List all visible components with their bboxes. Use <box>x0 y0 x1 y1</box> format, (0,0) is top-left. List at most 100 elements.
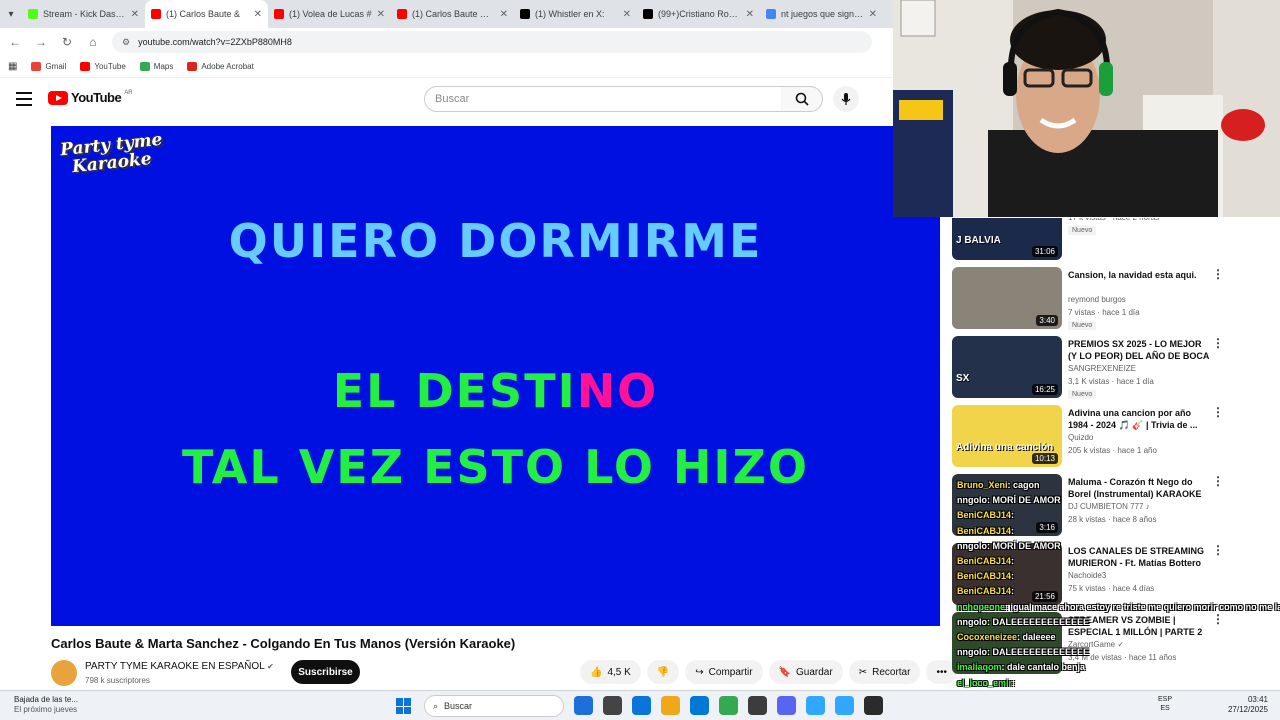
chat-username: el_loco_emir <box>957 677 1013 688</box>
more-options-icon[interactable]: ⋮ <box>1212 405 1224 419</box>
taskbar-app-icon[interactable] <box>603 696 622 715</box>
scissors-icon: ✂ <box>858 666 868 678</box>
youtube-logo-text: YouTube <box>71 90 122 105</box>
thumbnail-text: Adivina una canción <box>956 442 1054 453</box>
system-clock[interactable]: 03:41 27/12/2025 <box>1222 695 1268 715</box>
input-language[interactable]: ESP ES <box>1158 695 1172 713</box>
tab-close-icon[interactable]: ✕ <box>500 9 508 20</box>
chat-text: : dale cantalo benja <box>1001 662 1086 673</box>
thumbs-down-icon: 👎 <box>656 666 670 678</box>
video-title[interactable]: PREMIOS SX 2025 - LO MEJOR (Y LO PEOR) D… <box>1068 338 1210 362</box>
clip-button[interactable]: ✂ Recortar <box>848 660 921 684</box>
tab-close-icon[interactable]: ✕ <box>869 9 877 20</box>
voice-search-button[interactable] <box>833 86 859 112</box>
taskbar-app-icon[interactable] <box>777 696 796 715</box>
chat-message: Cocoxeneizee: daleeee <box>957 632 1056 642</box>
bookmark-item[interactable]: Gmail <box>31 62 66 71</box>
taskbar-search[interactable]: ⌕ Buscar <box>424 695 564 717</box>
tab-close-icon[interactable]: ✕ <box>623 9 631 20</box>
more-options-icon[interactable]: ⋮ <box>1212 336 1224 350</box>
url-field[interactable]: ⚙ youtube.com/watch?v=2ZXbP880MH8 <box>112 31 872 53</box>
back-icon[interactable]: ← <box>8 35 22 49</box>
recommended-video[interactable]: 3:40 Cansion, la navidad esta aqui. reymon… <box>950 267 1230 331</box>
youtube-logo[interactable]: YouTube AR <box>48 90 133 105</box>
taskbar-app-icon[interactable] <box>632 696 651 715</box>
taskbar-app-icon[interactable] <box>719 696 738 715</box>
like-button[interactable]: 👍 4,5 K <box>580 660 641 684</box>
tab-close-icon[interactable]: ✕ <box>254 9 262 20</box>
browser-tab[interactable]: nt juegos que signific ✕ <box>760 0 883 28</box>
search-input[interactable]: Buscar <box>424 86 782 112</box>
tab-search-icon[interactable]: ▾ <box>0 0 22 28</box>
chat-username: Bruno_Xeni <box>957 480 1008 490</box>
channel-name[interactable]: PARTY TYME KARAOKE EN ESPAÑOL ✔ <box>85 661 274 672</box>
video-thumbnail[interactable]: J BALVIA 31:06 <box>952 218 1062 260</box>
tab-close-icon[interactable]: ✕ <box>746 9 754 20</box>
video-thumbnail[interactable]: 3:40 <box>952 267 1062 329</box>
tab-favicon-icon <box>397 9 407 19</box>
apps-grid-icon[interactable]: ▦ <box>8 61 17 72</box>
chat-message: Bruno_Xeni: cagon <box>957 480 1040 490</box>
recommended-video[interactable]: Adivina una canción 10:13 Adivina una canc… <box>950 405 1230 469</box>
browser-tab[interactable]: Stream - Kick Dashbo ✕ <box>22 0 145 28</box>
streamer-webcam-image <box>893 0 1280 217</box>
search-button[interactable] <box>781 86 823 112</box>
chat-username: BeniCABJ14 <box>957 510 1012 521</box>
subscribe-button[interactable]: Suscribirse <box>291 660 360 684</box>
bookmark-item[interactable]: Maps <box>139 62 173 71</box>
taskbar-app-icon[interactable] <box>806 696 825 715</box>
bookmark-item[interactable]: YouTube <box>80 62 126 71</box>
taskbar-app-icon[interactable] <box>574 696 593 715</box>
video-thumbnail[interactable]: SX 16:25 <box>952 336 1062 398</box>
chat-username: nngolo <box>957 540 987 551</box>
dislike-button[interactable]: 👎 <box>646 660 680 684</box>
taskbar-app-icon[interactable] <box>748 696 767 715</box>
video-title[interactable]: Adivina una cancion por año 1984 - 2024 … <box>1068 407 1210 431</box>
browser-tab[interactable]: (99+)Cristiano Ronal ✕ <box>637 0 760 28</box>
site-info-icon[interactable]: ⚙ <box>122 37 130 48</box>
chat-message: imaliaqom: dale cantalo benja <box>957 662 1085 672</box>
channel-name[interactable]: reymond burgos <box>1068 295 1126 304</box>
search-icon <box>795 92 809 106</box>
taskbar-app-icon[interactable] <box>661 696 680 715</box>
bookmark-label: YouTube <box>94 62 126 71</box>
taskbar-app-icon[interactable] <box>835 696 854 715</box>
bookmark-item[interactable]: Adobe Acrobat <box>187 62 254 71</box>
video-title[interactable]: Cansion, la navidad esta aqui. <box>1068 269 1210 281</box>
chat-text: : <box>1011 556 1015 566</box>
recommended-video[interactable]: SX 16:25 PREMIOS SX 2025 - LO MEJOR (Y LO … <box>950 336 1230 400</box>
bookmark-label: Gmail <box>45 62 67 71</box>
share-button[interactable]: ↪ Compartir <box>685 660 763 684</box>
video-player[interactable]: Party tyme Karaoke QUIERO DORMIRME EL DE… <box>51 126 940 626</box>
tab-title: nt juegos que signific <box>781 9 864 19</box>
taskbar-app-icon[interactable] <box>864 696 883 715</box>
video-thumbnail[interactable]: Adivina una canción 10:13 <box>952 405 1062 467</box>
taskbar-app-icon[interactable] <box>690 696 709 715</box>
tab-close-icon[interactable]: ✕ <box>131 9 139 20</box>
chat-username: BeniCABJ14 <box>957 571 1012 582</box>
clock-date: 27/12/2025 <box>1227 705 1268 714</box>
search-placeholder: Buscar <box>435 93 470 105</box>
browser-tab[interactable]: (1) Carlos Baute & Ma ✕ <box>391 0 514 28</box>
youtube-play-icon <box>48 90 68 105</box>
forward-icon[interactable]: → <box>34 35 48 49</box>
verified-icon: ✔ <box>267 662 274 671</box>
windows-start-icon[interactable] <box>396 698 412 714</box>
weather-widget[interactable]: Bajada de las te... El próximo jueves <box>14 695 78 715</box>
hamburger-menu-icon[interactable] <box>16 92 32 106</box>
home-icon[interactable]: ⌂ <box>86 35 100 49</box>
tab-close-icon[interactable]: ✕ <box>377 9 385 20</box>
browser-tab[interactable]: (1) Carlos Baute & ✕ <box>145 0 268 28</box>
chat-message: nngolo: DALEEEEEEEEEEEEE <box>957 647 1089 657</box>
tab-favicon-icon <box>151 9 161 19</box>
channel-name[interactable]: SANGREXENEIZE <box>1068 364 1136 373</box>
channel-avatar[interactable] <box>51 660 77 686</box>
channel-name[interactable]: Quizdo <box>1068 433 1093 442</box>
youtube-header: YouTube AR Buscar <box>0 80 893 120</box>
recommended-video[interactable]: J BALVIA31:06Davoo Xeneize Plus ✓17 k vi… <box>950 218 1230 262</box>
browser-tab[interactable]: (1) Whistler en X: ✕ <box>514 0 637 28</box>
more-options-icon[interactable]: ⋮ <box>1212 267 1224 281</box>
browser-tab[interactable]: (1) Volea de Lucas # ✕ <box>268 0 391 28</box>
save-button[interactable]: 🔖 Guardar <box>768 660 843 684</box>
reload-icon[interactable]: ↻ <box>60 35 74 49</box>
